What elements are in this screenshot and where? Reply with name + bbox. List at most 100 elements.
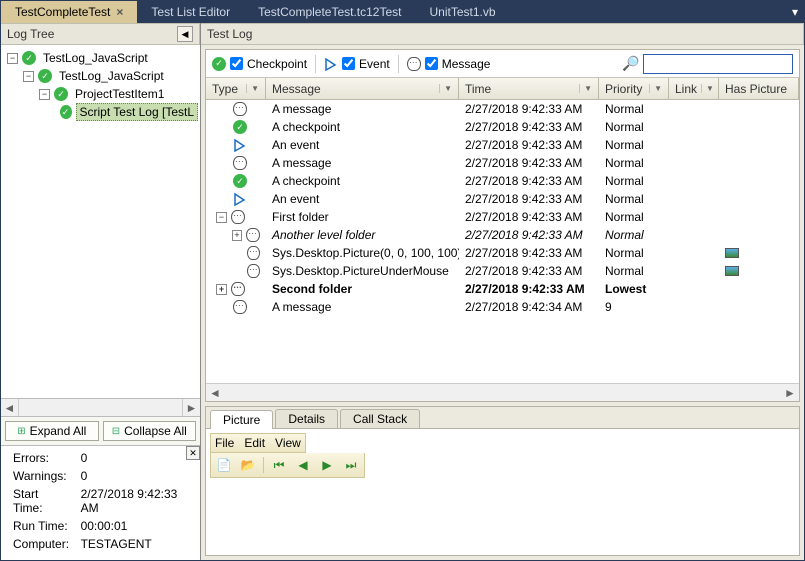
expand-toggle[interactable]: − [7,53,18,64]
expand-toggle[interactable]: + [232,230,243,241]
checkpoint-label: Checkpoint [247,57,307,71]
cell-priority: Normal [599,210,669,224]
scroll-right-icon[interactable]: ► [781,384,799,401]
chevron-down-icon[interactable]: ▼ [246,84,259,93]
open-icon[interactable]: 📂 [239,456,257,474]
col-type[interactable]: Type▼ [206,78,266,99]
search-icon[interactable]: 🔍 [622,55,639,72]
message-label: Message [442,57,491,71]
grid-body[interactable]: A message2/27/2018 9:42:33 AMNormal✓A ch… [206,100,799,383]
tab-test-list-editor[interactable]: Test List Editor [137,1,244,23]
menu-file[interactable]: File [215,436,234,450]
cell-message: Sys.Desktop.Picture(0, 0, 100, 100) [266,246,459,260]
tab-testcompletetest[interactable]: TestCompleteTest × [1,1,137,23]
chevron-down-icon[interactable]: ▼ [439,84,452,93]
menu-edit[interactable]: Edit [244,436,265,450]
close-icon[interactable]: × [116,5,123,19]
log-tree-header: Log Tree ◀ [1,23,200,45]
collapse-all-button[interactable]: ⊟ Collapse All [103,421,197,441]
scroll-track[interactable] [224,384,781,401]
event-icon [233,138,247,152]
tree-label: Script Test Log [TestL [76,103,199,121]
col-has-picture[interactable]: Has Picture [719,78,799,99]
tree-item[interactable]: −✓TestLog_JavaScript [3,67,198,85]
cell-time: 2/27/2018 9:42:33 AM [459,282,599,296]
checkpoint-checkbox[interactable] [230,57,243,70]
chevron-down-icon[interactable]: ▼ [701,84,714,93]
scroll-left-icon[interactable]: ◄ [1,399,19,416]
tab-tc12test[interactable]: TestCompleteTest.tc12Test [244,1,415,23]
col-time[interactable]: Time▼ [459,78,599,99]
scroll-right-icon[interactable]: ► [182,399,200,416]
run-time-value: 00:00:01 [77,518,192,534]
expand-toggle[interactable]: − [216,212,227,223]
table-row[interactable]: Sys.Desktop.Picture(0, 0, 100, 100)2/27/… [206,244,799,262]
col-message[interactable]: Message▼ [266,78,459,99]
message-icon [247,246,260,260]
cell-message: An event [266,138,459,152]
tree-hscrollbar[interactable]: ◄ ► [1,398,200,416]
cell-time: 2/27/2018 9:42:33 AM [459,228,599,242]
scroll-track[interactable] [19,399,182,416]
expand-all-button[interactable]: ⊞Expand All [5,421,99,441]
tab-unittest1[interactable]: UnitTest1.vb [416,1,510,23]
new-icon[interactable]: 📄 [215,456,233,474]
cell-priority: Normal [599,228,669,242]
check-icon: ✓ [60,105,72,119]
table-row[interactable]: An event2/27/2018 9:42:33 AMNormal [206,190,799,208]
table-row[interactable]: A message2/27/2018 9:42:34 AM9 [206,298,799,316]
close-icon[interactable]: ✕ [186,446,200,460]
expand-toggle[interactable]: + [216,284,227,295]
chevron-down-icon[interactable]: ▼ [579,84,592,93]
col-link[interactable]: Link▼ [669,78,719,99]
expand-icon: ⊞ [17,426,25,437]
message-icon [233,102,247,116]
checkpoint-icon: ✓ [212,57,226,71]
chevron-down-icon[interactable]: ▼ [649,84,662,93]
tree-item[interactable]: −✓TestLog_JavaScript [3,49,198,67]
tab-picture[interactable]: Picture [210,410,273,429]
next-icon[interactable]: ▶ [318,456,336,474]
run-time-label: Run Time: [9,518,75,534]
cell-message: An event [266,192,459,206]
expand-toggle[interactable]: − [39,89,50,100]
message-checkbox[interactable] [425,57,438,70]
table-row[interactable]: A message2/27/2018 9:42:33 AMNormal [206,154,799,172]
table-row[interactable]: ✓A checkpoint2/27/2018 9:42:33 AMNormal [206,172,799,190]
table-row[interactable]: +Another level folder2/27/2018 9:42:33 A… [206,226,799,244]
grid-hscrollbar[interactable]: ◄ ► [206,383,799,401]
table-row[interactable]: ✓A checkpoint2/27/2018 9:42:33 AMNormal [206,118,799,136]
tab-overflow-dropdown[interactable]: ▾ [786,1,804,23]
col-priority[interactable]: Priority▼ [599,78,669,99]
tree-item[interactable]: −✓ProjectTestItem1 [3,85,198,103]
tab-details[interactable]: Details [275,409,338,428]
search-input[interactable] [643,54,793,74]
event-checkbox[interactable] [342,57,355,70]
prev-icon[interactable]: ◀ [294,456,312,474]
table-row[interactable]: +Second folder2/27/2018 9:42:33 AMLowest [206,280,799,298]
first-icon[interactable]: ⏮ [270,456,288,474]
start-time-value: 2/27/2018 9:42:33 AM [77,486,192,516]
table-row[interactable]: A message2/27/2018 9:42:33 AMNormal [206,100,799,118]
log-tree[interactable]: −✓TestLog_JavaScript−✓TestLog_JavaScript… [1,45,200,398]
document-tabbar: TestCompleteTest × Test List Editor Test… [1,1,804,23]
button-label: Collapse All [124,424,187,438]
cell-priority: Normal [599,138,669,152]
last-icon[interactable]: ⏭ [342,456,360,474]
table-row[interactable]: Sys.Desktop.PictureUnderMouse2/27/2018 9… [206,262,799,280]
tab-label: Test List Editor [151,5,230,19]
scroll-left-icon[interactable]: ◄ [206,384,224,401]
tree-label: ProjectTestItem1 [72,86,167,102]
table-row[interactable]: An event2/27/2018 9:42:33 AMNormal [206,136,799,154]
cell-message: A message [266,300,459,314]
table-row[interactable]: −First folder2/27/2018 9:42:33 AMNormal [206,208,799,226]
tree-item[interactable]: ✓ Script Test Log [TestL [3,103,198,121]
cell-message: Sys.Desktop.PictureUnderMouse [266,264,459,278]
tab-call-stack[interactable]: Call Stack [340,409,420,428]
collapse-left-icon[interactable]: ◀ [177,26,193,42]
expand-toggle[interactable]: − [23,71,34,82]
tab-label: TestCompleteTest.tc12Test [258,5,401,19]
tab-label: UnitTest1.vb [430,5,496,19]
collapse-icon: ⊟ [112,426,120,437]
menu-view[interactable]: View [275,436,301,450]
